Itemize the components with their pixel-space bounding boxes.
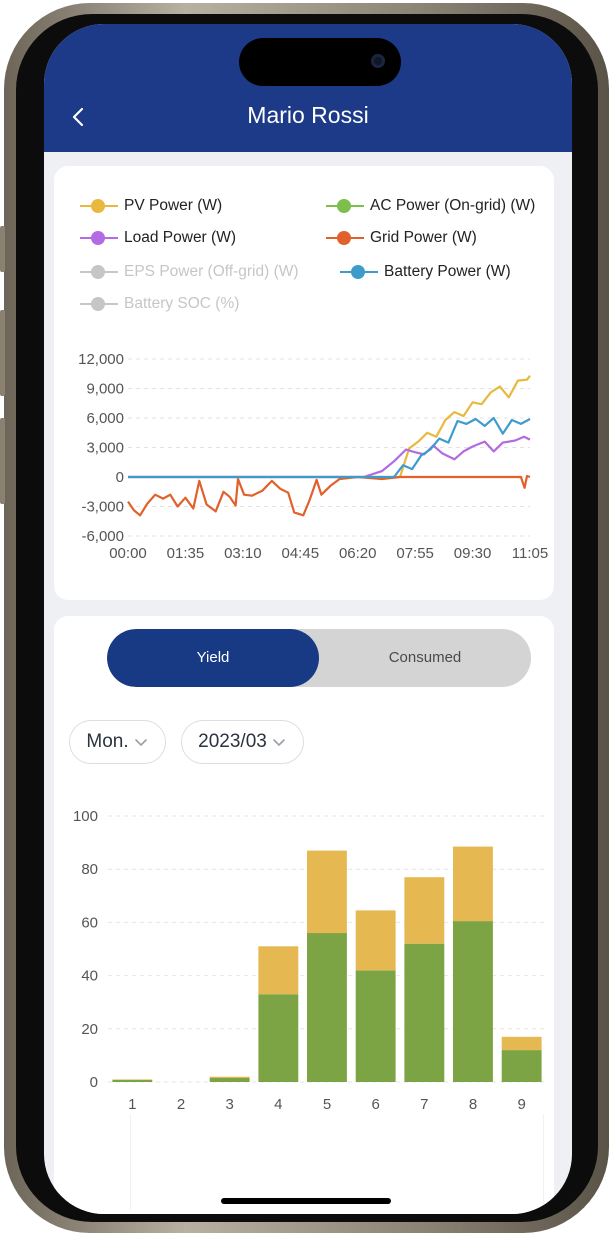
dynamic-island: [239, 38, 401, 86]
legend-label: Load Power (W): [124, 229, 236, 246]
legend-battery-power[interactable]: Battery Power (W): [340, 263, 511, 281]
x-tick-label: 5: [323, 1096, 331, 1113]
bar-segment-upper: [453, 846, 493, 922]
legend-label: PV Power (W): [124, 197, 223, 214]
x-tick-label: 8: [469, 1096, 477, 1113]
bar-segment-lower: [501, 1050, 542, 1082]
x-tick-label: 07:55: [396, 545, 434, 562]
tab-yield[interactable]: Yield: [107, 629, 319, 687]
x-tick-label: 1: [128, 1096, 136, 1113]
phone-screen: Mario Rossi PV Power (W) AC Power (On-gr…: [44, 24, 572, 1214]
y-tick-label: -3,000: [81, 499, 124, 516]
x-tick-label: 00:00: [109, 545, 147, 562]
x-tick-label: 01:35: [167, 545, 205, 562]
legend-marker: [326, 199, 364, 213]
y-tick-label: 60: [81, 914, 98, 931]
chevron-down-icon: [134, 739, 147, 746]
legend-ac-power[interactable]: AC Power (On-grid) (W): [326, 197, 535, 215]
power-line-chart: 12,000 9,000 6,000 3,000 0 -3,000 -6,00000:00 0…: [78, 351, 548, 562]
bar-segment-upper: [307, 850, 347, 934]
bar-segment-lower: [453, 921, 493, 1082]
bar-segment-upper: [258, 946, 299, 995]
legend-pv-power[interactable]: PV Power (W): [80, 197, 222, 215]
bar-segment-lower: [404, 943, 445, 1082]
x-tick-label: 09:30: [454, 545, 492, 562]
yield-consumed-toggle: Yield Consumed: [107, 629, 531, 687]
bar-segment-lower: [258, 994, 299, 1082]
month-select[interactable]: 2023/03: [181, 720, 304, 764]
energy-card: Yield Consumed Mon. 2023/03 100 80 60 40 20 0…: [54, 616, 554, 1214]
volume-down-button: [0, 418, 5, 504]
legend-marker: [80, 199, 118, 213]
chevron-down-icon: [273, 739, 285, 746]
x-tick-label: 9: [517, 1096, 525, 1113]
month-value: 2023/03: [198, 731, 267, 752]
legend-marker: [80, 231, 118, 245]
legend-label: Battery Power (W): [384, 263, 511, 280]
x-tick-label: 11:05: [512, 545, 548, 562]
legend-load-power[interactable]: Load Power (W): [80, 229, 236, 247]
tab-consumed[interactable]: Consumed: [319, 629, 531, 687]
page-title: Mario Rossi: [247, 102, 369, 128]
x-tick-label: 2: [177, 1096, 185, 1113]
y-tick-label: -6,000: [81, 528, 124, 545]
y-tick-label: 40: [81, 968, 98, 985]
bar-segment-lower: [209, 1078, 250, 1082]
camera-icon: [371, 54, 385, 68]
y-tick-label: 12,000: [78, 351, 124, 368]
period-value: Mon.: [86, 731, 129, 752]
bar-segment-upper: [404, 877, 445, 944]
bar-segment-upper: [501, 1036, 542, 1051]
bar-segment-upper: [112, 1079, 153, 1080]
legend-marker: [80, 265, 118, 279]
series-line: [127, 474, 531, 517]
legend-grid-power[interactable]: Grid Power (W): [326, 229, 477, 247]
series-line: [128, 375, 531, 479]
y-tick-label: 6,000: [86, 410, 124, 427]
legend-label: Grid Power (W): [370, 229, 477, 246]
y-tick-label: 0: [90, 1074, 98, 1091]
y-tick-label: 20: [81, 1021, 98, 1038]
legend-label: EPS Power (Off-grid) (W): [124, 263, 299, 280]
x-tick-label: 04:45: [282, 545, 320, 562]
bar-segment-upper: [209, 1076, 250, 1078]
legend-label: Battery SOC (%): [124, 295, 240, 312]
bar-segment-lower: [355, 970, 396, 1082]
legend-label: AC Power (On-grid) (W): [370, 197, 536, 214]
bar-segment-lower: [307, 933, 347, 1082]
power-chart-card: PV Power (W) AC Power (On-grid) (W) Load…: [54, 166, 554, 600]
app-header: Mario Rossi: [44, 24, 572, 152]
legend-eps-power[interactable]: EPS Power (Off-grid) (W): [80, 263, 299, 281]
legend-marker: [340, 265, 378, 279]
x-tick-label: 7: [420, 1096, 428, 1113]
energy-bar-chart: 100 80 60 40 20 0 1 2 3 4 5 6 7 8 9: [73, 808, 546, 1113]
chart-footer-panel: [130, 1114, 544, 1210]
legend-marker: [80, 297, 118, 311]
bar-segment-lower: [112, 1079, 153, 1082]
series-line: [128, 435, 531, 479]
home-indicator: [221, 1198, 391, 1204]
x-tick-label: 6: [371, 1096, 379, 1113]
volume-up-button: [0, 310, 5, 396]
action-button: [0, 226, 5, 272]
x-tick-label: 3: [225, 1096, 233, 1113]
legend-marker: [326, 231, 364, 245]
y-tick-label: 3,000: [86, 440, 124, 457]
y-tick-label: 80: [81, 861, 98, 878]
x-tick-label: 4: [274, 1096, 282, 1113]
y-tick-label: 100: [73, 808, 98, 825]
x-tick-label: 03:10: [224, 545, 262, 562]
period-select[interactable]: Mon.: [69, 720, 166, 764]
y-tick-label: 9,000: [86, 381, 124, 398]
x-tick-label: 06:20: [339, 545, 377, 562]
legend-battery-soc[interactable]: Battery SOC (%): [80, 295, 239, 313]
bar-segment-upper: [355, 910, 396, 971]
y-tick-label: 0: [116, 469, 124, 486]
